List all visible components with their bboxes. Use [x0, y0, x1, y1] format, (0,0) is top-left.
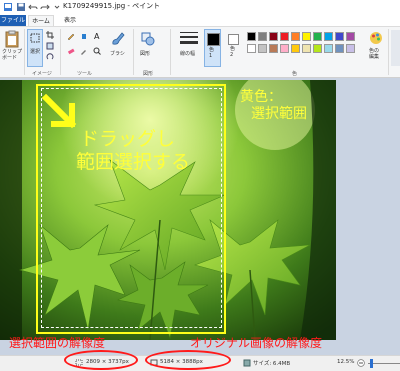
- customize-toolbar-icon[interactable]: [52, 2, 62, 12]
- color1-swatch: [207, 33, 220, 46]
- window-title: K1709249915.jpg - ペイント: [63, 2, 161, 10]
- crop-icon[interactable]: [46, 31, 54, 39]
- color1-label: 色 1: [209, 47, 215, 59]
- svg-text:A: A: [94, 32, 100, 40]
- palette-swatch[interactable]: [346, 44, 355, 53]
- group-label-shapes: 図形: [143, 71, 154, 77]
- group-label-tools: ツール: [77, 71, 93, 77]
- palette-swatch[interactable]: [291, 44, 300, 53]
- undo-icon[interactable]: [28, 2, 38, 12]
- tab-home[interactable]: ホーム: [28, 15, 54, 26]
- file-size: サイズ: 6.4MB: [253, 361, 291, 367]
- palette-swatch[interactable]: [324, 32, 333, 41]
- save-icon[interactable]: [16, 2, 26, 12]
- palette-swatch[interactable]: [324, 44, 333, 53]
- pencil-icon[interactable]: [67, 32, 75, 40]
- image-size-highlight: [145, 350, 231, 370]
- palette-swatch[interactable]: [335, 32, 344, 41]
- group-label-colors: 色: [292, 71, 298, 77]
- line-width-icon[interactable]: [180, 31, 198, 45]
- edit-colors-icon[interactable]: [369, 31, 383, 45]
- palette-swatch[interactable]: [269, 32, 278, 41]
- brush-icon[interactable]: [110, 31, 126, 47]
- divider: [170, 29, 171, 75]
- group-label-image: イメージ: [32, 71, 52, 77]
- paint3d-button[interactable]: [391, 30, 400, 66]
- color1-button[interactable]: 色 1: [204, 29, 221, 67]
- palette-swatch[interactable]: [258, 32, 267, 41]
- divider: [133, 29, 134, 75]
- palette-swatch[interactable]: [247, 32, 256, 41]
- shapes-icon[interactable]: [140, 31, 156, 47]
- select-button[interactable]: 選択: [27, 29, 43, 67]
- shapes-button[interactable]: 図形: [140, 50, 150, 57]
- disk-icon: [243, 359, 251, 367]
- text-icon[interactable]: A: [93, 32, 101, 40]
- brush-button[interactable]: ブラシ: [110, 50, 125, 57]
- divider: [60, 29, 61, 75]
- clipboard-icon[interactable]: [4, 30, 20, 48]
- tab-view[interactable]: 表示: [58, 15, 82, 26]
- selection-resolution-caption: 選択範囲の解像度: [9, 336, 106, 350]
- edit-colors-button[interactable]: 色の 編集: [369, 48, 379, 60]
- palette-swatch[interactable]: [280, 32, 289, 41]
- clipboard-button[interactable]: クリップ ボード: [2, 49, 22, 61]
- select-rectangle-icon: [30, 33, 40, 43]
- divider: [24, 29, 25, 75]
- palette-swatch[interactable]: [247, 44, 256, 53]
- selection-size-highlight: [64, 350, 138, 370]
- color2-label: 色 2: [230, 46, 236, 58]
- palette-swatch[interactable]: [313, 44, 322, 53]
- eraser-icon[interactable]: [67, 47, 75, 55]
- palette-swatch[interactable]: [302, 32, 311, 41]
- drag-instruction-line1: ドラッグし: [80, 128, 176, 150]
- divider: [388, 29, 389, 75]
- title-bar: K1709249915.jpg - ペイント: [0, 0, 400, 15]
- palette-swatch[interactable]: [335, 44, 344, 53]
- drag-instruction-line2: 範囲選択する: [76, 151, 191, 173]
- ribbon: クリップ ボード 選択 イメージ A ツール ブラシ 図形 図形 線の幅 色 1…: [0, 26, 400, 78]
- palette-swatch[interactable]: [258, 44, 267, 53]
- zoom-level: 12.5%: [337, 359, 355, 365]
- palette-swatch[interactable]: [269, 44, 278, 53]
- palette-swatch[interactable]: [313, 32, 322, 41]
- menu-bar: ファイル ホーム 表示: [0, 15, 400, 26]
- paint-app-icon: [4, 3, 12, 11]
- original-resolution-caption: オリジナル画像の解像度: [190, 336, 323, 350]
- fill-icon[interactable]: [80, 32, 88, 40]
- palette-swatch[interactable]: [280, 44, 289, 53]
- arrow-icon: [42, 94, 77, 129]
- tab-file[interactable]: ファイル: [0, 15, 26, 26]
- resize-icon[interactable]: [46, 42, 54, 50]
- zoom-out-icon[interactable]: [357, 359, 365, 367]
- color-picker-icon[interactable]: [80, 47, 88, 55]
- magnifier-icon[interactable]: [93, 47, 101, 55]
- palette-swatch[interactable]: [346, 32, 355, 41]
- palette-swatch[interactable]: [302, 44, 311, 53]
- select-label: 選択: [30, 49, 41, 55]
- selection-note-line1: 黄色：: [240, 89, 282, 105]
- zoom-slider-thumb[interactable]: [370, 359, 373, 368]
- palette-swatch[interactable]: [291, 32, 300, 41]
- color2-button[interactable]: 色 2: [225, 29, 242, 67]
- selection-note-line2: 選択範囲: [251, 106, 307, 122]
- rotate-icon[interactable]: [46, 53, 54, 61]
- color2-swatch: [228, 34, 239, 45]
- line-width-button[interactable]: 線の幅: [180, 50, 195, 57]
- redo-icon[interactable]: [40, 2, 50, 12]
